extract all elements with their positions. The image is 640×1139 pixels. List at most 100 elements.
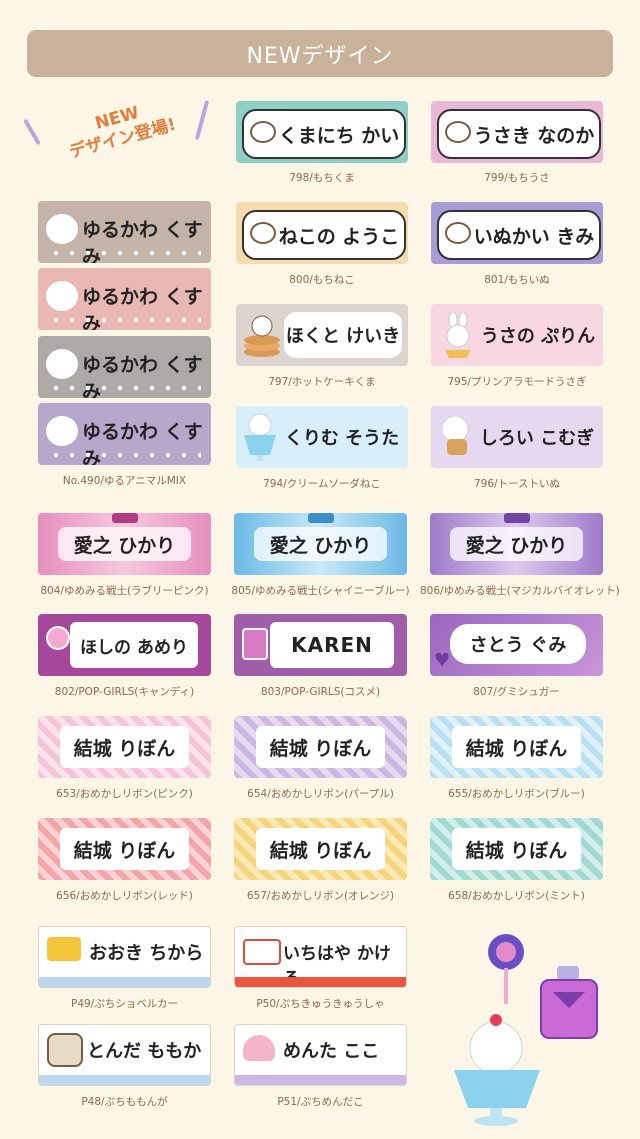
stripe — [39, 977, 210, 987]
flying-squirrel-icon — [47, 1033, 83, 1067]
caption-804: 804/ゆめみる戦士(ラブリーピンク) — [40, 585, 209, 597]
label-name: 結城 りぼん — [452, 726, 581, 768]
dog-face-icon — [445, 222, 471, 244]
caption-801: 801/もちいぬ — [484, 274, 550, 286]
label-name: 愛之 ひかり — [450, 527, 583, 561]
cream-soda-cat-illustration-icon — [454, 1014, 540, 1126]
perfume-icon — [242, 628, 268, 660]
label-name: ほしの あめり — [70, 622, 198, 668]
caption-800: 800/もちねこ — [289, 274, 355, 286]
label-card-797[interactable]: ほくと けいき — [236, 304, 408, 366]
ambulance-icon — [243, 939, 281, 965]
dot-border — [48, 249, 201, 257]
promo-badge: NEW デザイン登場! — [37, 88, 202, 170]
caption-796: 796/トーストいぬ — [473, 478, 561, 490]
label-card-490-gray[interactable]: ゆるかわ くすみ — [38, 336, 211, 398]
stripe — [39, 1075, 210, 1085]
label-name: さとう ぐみ — [450, 624, 586, 664]
label-card-490-pink[interactable]: ゆるかわ くすみ — [38, 268, 211, 330]
label-name: うさの ぷりん — [480, 326, 596, 347]
cream-soda-cat-icon — [244, 413, 276, 461]
rabbit-face-icon — [445, 121, 471, 143]
label-card-p49[interactable]: おおき ちから — [38, 926, 211, 988]
label-card-804[interactable]: 愛之 ひかり — [38, 513, 211, 575]
label-card-807[interactable]: さとう ぐみ ♥ — [430, 614, 603, 676]
lollipop-icon — [46, 626, 70, 650]
ribbon-icon — [504, 513, 530, 523]
bear-face-icon — [250, 121, 276, 143]
caption-490: No.490/ゆるアニマルMIX — [62, 475, 187, 487]
octopus-icon — [243, 1035, 275, 1061]
label-card-653[interactable]: 結城 りぼん — [38, 716, 211, 778]
caption-799: 799/もちうさ — [484, 172, 550, 184]
caption-802: 802/POP-GIRLS(キャンディ) — [54, 686, 195, 698]
label-card-801[interactable]: いぬかい きみ — [431, 202, 603, 264]
label-name: しろい こむぎ — [479, 428, 595, 449]
label-name: とんだ ももか — [87, 1041, 202, 1062]
label-card-794[interactable]: くりむ そうた — [236, 406, 408, 468]
label-name: くりむ そうた — [284, 428, 400, 449]
label-card-799[interactable]: うさき なのか — [431, 101, 603, 163]
pancake-icon — [244, 315, 280, 357]
caption-656: 656/おめかしリボン(レッド) — [56, 890, 193, 902]
label-name: 結城 りぼん — [452, 828, 581, 870]
caption-806: 806/ゆめみる戦士(マジカルバイオレット) — [420, 585, 620, 597]
label-card-798[interactable]: くまにち かい — [236, 101, 408, 163]
label-card-655[interactable]: 結城 りぼん — [430, 716, 603, 778]
stripe — [235, 1075, 406, 1085]
label-card-654[interactable]: 結城 りぼん — [234, 716, 407, 778]
label-card-657[interactable]: 結城 りぼん — [234, 818, 407, 880]
label-name: KAREN — [270, 622, 394, 668]
dot-border — [48, 384, 201, 392]
stripe — [235, 977, 406, 987]
section-title: NEWデザイン — [246, 43, 394, 69]
label-card-p50[interactable]: いちはや かける — [234, 926, 407, 988]
cat-face-icon — [250, 222, 276, 244]
caption-655: 655/おめかしリボン(ブルー) — [448, 788, 585, 800]
dot-border — [48, 316, 201, 324]
label-name: 愛之 ひかり — [254, 527, 387, 561]
caption-p50: P50/ぷちきゅうきゅうしゃ — [256, 998, 385, 1010]
label-card-805[interactable]: 愛之 ひかり — [234, 513, 407, 575]
label-name: 結城 りぼん — [256, 726, 385, 768]
caption-807: 807/グミシュガー — [473, 686, 560, 698]
label-card-796[interactable]: しろい こむぎ — [431, 406, 603, 468]
label-name: 結城 りぼん — [60, 828, 189, 870]
caption-p48: P48/ぷちももんが — [81, 1096, 168, 1108]
caption-658: 658/おめかしリボン(ミント) — [448, 890, 585, 902]
caption-803: 803/POP-GIRLS(コスメ) — [260, 686, 381, 698]
caption-805: 805/ゆめみる戦士(シャイニーブルー) — [231, 585, 410, 597]
rabbit-pudding-icon — [445, 312, 471, 358]
label-card-806[interactable]: 愛之 ひかり — [430, 513, 603, 575]
caption-653: 653/おめかしリボン(ピンク) — [56, 788, 193, 800]
caption-p51: P51/ぷちめんだこ — [277, 1096, 364, 1108]
lollipop-illustration-icon — [488, 934, 524, 1004]
label-card-802[interactable]: ほしの あめり — [38, 614, 211, 676]
cat-face-icon — [46, 281, 78, 311]
caption-794: 794/クリームソーダねこ — [263, 478, 381, 490]
label-card-490-beige[interactable]: ゆるかわ くすみ — [38, 201, 211, 263]
label-name: 愛之 ひかり — [58, 527, 191, 561]
label-card-p48[interactable]: とんだ ももか — [38, 1024, 211, 1086]
caption-p49: P49/ぷちショベルカー — [70, 998, 179, 1010]
label-card-795[interactable]: うさの ぷりん — [431, 304, 603, 366]
label-card-800[interactable]: ねこの ようこ — [236, 202, 408, 264]
label-card-658[interactable]: 結城 りぼん — [430, 818, 603, 880]
label-name: おおき ちから — [89, 943, 204, 964]
dot-border — [48, 451, 201, 459]
label-card-490-lavender[interactable]: ゆるかわ くすみ — [38, 403, 211, 465]
caption-798: 798/もちくま — [289, 172, 355, 184]
caption-795: 795/プリンアラモードうさぎ — [447, 376, 587, 388]
ribbon-icon — [112, 513, 138, 523]
label-card-656[interactable]: 結城 りぼん — [38, 818, 211, 880]
label-name: めんた ここ — [283, 1041, 380, 1062]
label-card-803[interactable]: KAREN — [234, 614, 407, 676]
caption-797: 797/ホットケーキくま — [268, 376, 376, 388]
label-card-p51[interactable]: めんた ここ — [234, 1024, 407, 1086]
caption-657: 657/おめかしリボン(オレンジ) — [246, 890, 395, 902]
bear-face-icon — [46, 214, 78, 244]
shovel-car-icon — [47, 937, 81, 961]
caption-654: 654/おめかしリボン(パープル) — [247, 788, 394, 800]
section-header: NEWデザイン — [27, 30, 613, 77]
label-name: 結城 りぼん — [256, 828, 385, 870]
